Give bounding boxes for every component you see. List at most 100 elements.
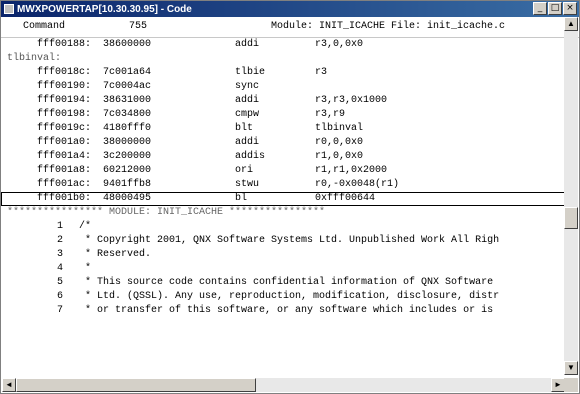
line-number: 755 bbox=[129, 21, 148, 32]
instruction-operands: r3,r3,0x1000 bbox=[315, 95, 388, 106]
code-label: tlbinval: bbox=[7, 53, 62, 64]
instruction-operands: r3 bbox=[315, 67, 328, 78]
disasm-row[interactable]: fff00194: 38631000 addi r3,r3,0x1000 bbox=[1, 94, 565, 108]
source-line-number: 2 bbox=[57, 235, 64, 246]
disasm-row[interactable]: fff001a8: 60212000 ori r1,r1,0x2000 bbox=[1, 164, 565, 178]
disasm-row[interactable]: fff0019c: 4180fff0 blt tlbinval bbox=[1, 122, 565, 136]
disasm-row[interactable]: fff001b0: 48000495 bl 0xfff00644 bbox=[1, 192, 565, 206]
instruction-operands: r0,-0x0048(r1) bbox=[315, 179, 400, 190]
horizontal-scroll-thumb[interactable] bbox=[16, 378, 256, 392]
disasm-row[interactable]: fff00198: 7c034800 cmpw r3,r9 bbox=[1, 108, 565, 122]
instruction-hex: 38631000 bbox=[103, 95, 152, 106]
instruction-operands: r3,0,0x0 bbox=[315, 39, 364, 50]
source-line[interactable]: 6 * Ltd. (QSSL). Any use, reproduction, … bbox=[1, 290, 565, 304]
instruction-hex: 3c200000 bbox=[103, 151, 152, 162]
source-line-number: 4 bbox=[57, 263, 64, 274]
instruction-mnemonic: stwu bbox=[235, 179, 260, 190]
source-line-number: 5 bbox=[57, 277, 64, 288]
instruction-address: fff00194: bbox=[37, 95, 92, 106]
instruction-mnemonic: bl bbox=[235, 193, 248, 204]
disasm-row[interactable]: fff0018c: 7c001a64 tlbie r3 bbox=[1, 66, 565, 80]
scroll-up-button[interactable]: ▲ bbox=[564, 17, 578, 31]
instruction-operands: r3,r9 bbox=[315, 109, 346, 120]
window-title: MWXPOWERTAP[10.30.30.95] - Code bbox=[17, 3, 192, 15]
instruction-address: fff001a0: bbox=[37, 137, 92, 148]
source-line[interactable]: 1 /* bbox=[1, 220, 565, 234]
source-line-text: * bbox=[79, 263, 92, 274]
instruction-mnemonic: addi bbox=[235, 95, 260, 106]
close-button[interactable]: × bbox=[563, 2, 577, 15]
instruction-hex: 38600000 bbox=[103, 39, 152, 50]
code-window: MWXPOWERTAP[10.30.30.95] - Code _ □ × Co… bbox=[0, 0, 580, 394]
source-line[interactable]: 4 * bbox=[1, 262, 565, 276]
disasm-row[interactable]: fff00190: 7c0004ac sync bbox=[1, 80, 565, 94]
instruction-address: fff0019c: bbox=[37, 123, 92, 134]
scroll-left-button[interactable]: ◄ bbox=[2, 378, 16, 392]
instruction-operands: tlbinval bbox=[315, 123, 364, 134]
instruction-mnemonic: ori bbox=[235, 165, 254, 176]
instruction-hex: 9401ffb8 bbox=[103, 179, 152, 190]
horizontal-scrollbar[interactable]: ◄ ► bbox=[2, 378, 565, 392]
source-line[interactable]: 5 * This source code contains confidenti… bbox=[1, 276, 565, 290]
vertical-scroll-thumb[interactable] bbox=[564, 207, 578, 229]
source-line-text: * Ltd. (QSSL). Any use, reproduction, mo… bbox=[79, 291, 500, 302]
instruction-address: fff00190: bbox=[37, 81, 92, 92]
code-header: Command 755 Module: INIT_ICACHE File: in… bbox=[1, 17, 579, 38]
command-label[interactable]: Command bbox=[23, 21, 65, 32]
instruction-mnemonic: addis bbox=[235, 151, 266, 162]
instruction-hex: 7c034800 bbox=[103, 109, 152, 120]
window-icon bbox=[4, 4, 14, 14]
instruction-mnemonic: addi bbox=[235, 39, 260, 50]
instruction-address: fff001ac: bbox=[37, 179, 92, 190]
instruction-hex: 7c001a64 bbox=[103, 67, 152, 78]
scroll-corner bbox=[564, 378, 578, 392]
instruction-mnemonic: blt bbox=[235, 123, 254, 134]
instruction-hex: 7c0004ac bbox=[103, 81, 152, 92]
source-line-number: 3 bbox=[57, 249, 64, 260]
source-line-text: * or transfer of this software, or any s… bbox=[79, 305, 494, 316]
module-separator: **************** MODULE: INIT_ICACHE ***… bbox=[7, 207, 326, 218]
vertical-scrollbar[interactable]: ▲ ▼ bbox=[564, 17, 578, 375]
instruction-address: fff0018c: bbox=[37, 67, 92, 78]
scroll-down-button[interactable]: ▼ bbox=[564, 361, 578, 375]
instruction-mnemonic: sync bbox=[235, 81, 260, 92]
source-line-text: * Copyright 2001, QNX Software Systems L… bbox=[79, 235, 500, 246]
code-view[interactable]: fff00188: 38600000 addi r3,0,0x0 tlbinval: ff… bbox=[1, 38, 565, 375]
minimize-button[interactable]: _ bbox=[533, 2, 547, 15]
source-line-number: 6 bbox=[57, 291, 64, 302]
instruction-mnemonic: tlbie bbox=[235, 67, 266, 78]
disasm-row[interactable]: fff001ac: 9401ffb8 stwu r0,-0x0048(r1) bbox=[1, 178, 565, 192]
instruction-operands: r0,0,0x0 bbox=[315, 137, 364, 148]
instruction-address: fff00188: bbox=[37, 39, 92, 50]
title-buttons: _ □ × bbox=[533, 2, 577, 15]
source-line-text: * This source code contains confidential… bbox=[79, 277, 494, 288]
instruction-mnemonic: cmpw bbox=[235, 109, 260, 120]
instruction-hex: 48000495 bbox=[103, 193, 152, 204]
instruction-hex: 4180fff0 bbox=[103, 123, 152, 134]
instruction-mnemonic: addi bbox=[235, 137, 260, 148]
source-line[interactable]: 3 * Reserved. bbox=[1, 248, 565, 262]
disasm-label-row[interactable]: tlbinval: bbox=[1, 52, 565, 66]
source-line[interactable]: 7 * or transfer of this software, or any… bbox=[1, 304, 565, 318]
title-bar[interactable]: MWXPOWERTAP[10.30.30.95] - Code _ □ × bbox=[1, 1, 579, 17]
instruction-address: fff00198: bbox=[37, 109, 92, 120]
source-line-number: 7 bbox=[57, 305, 64, 316]
source-line-text: /* bbox=[79, 221, 92, 232]
source-line-number: 1 bbox=[57, 221, 64, 232]
instruction-operands: r1,0,0x0 bbox=[315, 151, 364, 162]
instruction-hex: 38000000 bbox=[103, 137, 152, 148]
disasm-row[interactable]: fff001a4: 3c200000 addis r1,0,0x0 bbox=[1, 150, 565, 164]
module-separator-row: **************** MODULE: INIT_ICACHE ***… bbox=[1, 206, 565, 220]
disasm-row[interactable]: fff00188: 38600000 addi r3,0,0x0 bbox=[1, 38, 565, 52]
instruction-operands: r1,r1,0x2000 bbox=[315, 165, 388, 176]
disasm-row[interactable]: fff001a0: 38000000 addi r0,0,0x0 bbox=[1, 136, 565, 150]
instruction-address: fff001b0: bbox=[37, 193, 92, 204]
module-info: Module: INIT_ICACHE File: init_icache.c bbox=[271, 21, 506, 32]
source-line-text: * Reserved. bbox=[79, 249, 152, 260]
instruction-operands: 0xfff00644 bbox=[315, 193, 376, 204]
source-line[interactable]: 2 * Copyright 2001, QNX Software Systems… bbox=[1, 234, 565, 248]
instruction-hex: 60212000 bbox=[103, 165, 152, 176]
instruction-address: fff001a8: bbox=[37, 165, 92, 176]
scroll-right-button[interactable]: ► bbox=[551, 378, 565, 392]
maximize-button[interactable]: □ bbox=[548, 2, 562, 15]
